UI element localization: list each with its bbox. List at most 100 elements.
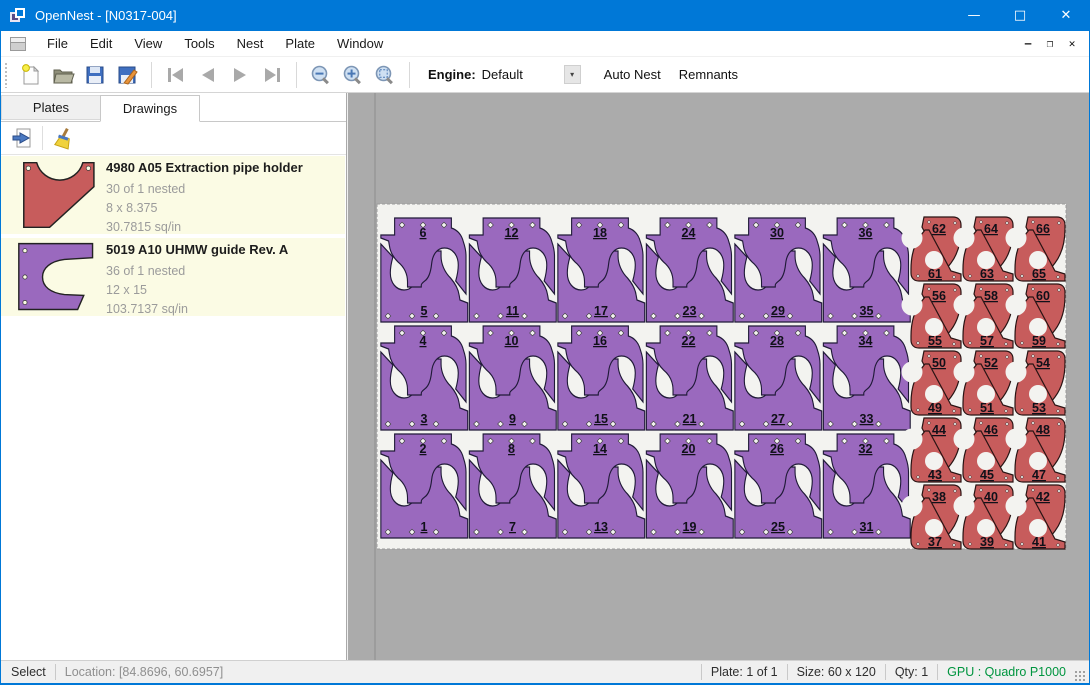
part-number: 1 [421,520,428,534]
resize-grip[interactable] [1074,670,1086,682]
part-number: 2 [420,442,427,456]
zoom-fit-button[interactable] [369,60,401,90]
part-number: 64 [984,222,998,236]
auto-nest-button[interactable]: Auto Nest [595,62,670,87]
part-number: 59 [1032,334,1046,348]
go-previous-button[interactable] [192,60,224,90]
menu-item-plate[interactable]: Plate [274,32,326,55]
status-mode: Select [11,665,46,679]
part-number: 21 [683,412,697,426]
nest-canvas[interactable]: 6543211211109871817161514132423222120193… [348,93,1089,660]
app-icon [10,8,26,24]
menu-item-view[interactable]: View [123,32,173,55]
part-number: 41 [1032,535,1046,549]
part-number: 45 [980,468,994,482]
menu-item-nest[interactable]: Nest [226,32,275,55]
part-number: 24 [682,226,696,240]
part-number: 19 [683,520,697,534]
mdi-restore-button[interactable]: ❐ [1039,37,1061,50]
part-number: 26 [770,442,784,456]
menu-item-window[interactable]: Window [326,32,394,55]
part-number: 40 [984,490,998,504]
part-number: 46 [984,423,998,437]
save-as-icon [115,63,139,87]
go-first-button[interactable] [160,60,192,90]
left-panel: Plates Drawings 4980 [1,93,347,660]
part-number: 53 [1032,401,1046,415]
part-number: 42 [1036,490,1050,504]
tab-plates[interactable]: Plates [1,95,101,120]
part-number: 20 [682,442,696,456]
part-number: 27 [771,412,785,426]
open-file-button[interactable] [47,60,79,90]
close-button[interactable]: ✕ [1043,0,1089,31]
part-number: 50 [932,356,946,370]
go-last-button[interactable] [256,60,288,90]
remnants-button[interactable]: Remnants [670,62,747,87]
mdi-close-button[interactable]: ✕ [1061,37,1083,50]
part-number: 28 [770,334,784,348]
app-window: OpenNest - [N0317-004] — □ ✕ FileEditVie… [0,0,1090,685]
part-number: 32 [859,442,873,456]
part-number: 39 [980,535,994,549]
part-number: 4 [420,334,427,348]
clear-button[interactable] [48,124,78,152]
part-number: 18 [593,226,607,240]
mdi-minimize-button[interactable]: – [1017,37,1039,50]
part-number: 48 [1036,423,1050,437]
drawing-area: 30.7815 sq/in [106,218,303,237]
menu-bar: FileEditViewToolsNestPlateWindow – ❐ ✕ [1,31,1089,57]
zoom-out-button[interactable] [305,60,337,90]
drawing-item[interactable]: 4980 A05 Extraction pipe holder 30 of 1 … [1,156,345,234]
minimize-button[interactable]: — [951,0,997,31]
status-size: Size: 60 x 120 [797,665,876,679]
part-number: 17 [594,304,608,318]
main-toolbar: Engine: Default ▾ Auto Nest Remnants [1,57,1089,93]
part-number: 11 [506,304,519,318]
panel-tab-strip: Plates Drawings [1,95,199,121]
go-previous-icon [196,63,220,87]
part-number: 29 [771,304,785,318]
part-number: 10 [505,334,519,348]
part-number: 55 [928,334,942,348]
save-button[interactable] [79,60,111,90]
part-number: 6 [420,226,427,240]
part-number: 33 [860,412,874,426]
save-as-button[interactable] [111,60,143,90]
new-file-icon [19,63,43,87]
send-to-nest-button[interactable] [7,124,37,152]
part-number: 54 [1036,356,1050,370]
status-gpu: GPU : Quadro P1000 [947,665,1066,679]
part-number: 5 [421,304,428,318]
drawing-item[interactable]: 5019 A10 UHMW guide Rev. A 36 of 1 neste… [1,238,345,316]
menu-item-tools[interactable]: Tools [173,32,225,55]
maximize-button[interactable]: □ [997,0,1043,31]
part-number: 66 [1036,222,1050,236]
part-number: 43 [928,468,942,482]
part-number: 7 [509,520,516,534]
part-number: 65 [1032,267,1046,281]
part-number: 62 [932,222,946,236]
part-number: 35 [860,304,874,318]
go-first-icon [164,63,188,87]
part-number: 51 [980,401,994,415]
engine-dropdown-arrow[interactable]: ▾ [564,65,581,84]
menu-item-edit[interactable]: Edit [79,32,123,55]
status-plate: Plate: 1 of 1 [711,665,778,679]
go-next-icon [228,63,252,87]
zoom-in-button[interactable] [337,60,369,90]
drawings-list: 4980 A05 Extraction pipe holder 30 of 1 … [1,156,345,660]
engine-select-value[interactable]: Default [482,67,564,82]
part-number: 60 [1036,289,1050,303]
drawing-title: 5019 A10 UHMW guide Rev. A [106,242,288,257]
toolbar-grip[interactable] [4,62,9,88]
new-file-button[interactable] [15,60,47,90]
go-next-button[interactable] [224,60,256,90]
menu-item-file[interactable]: File [36,32,79,55]
title-bar: OpenNest - [N0317-004] — □ ✕ [1,0,1089,31]
part-number: 37 [928,535,942,549]
part-number: 14 [593,442,607,456]
tab-drawings[interactable]: Drawings [100,95,200,122]
zoom-in-icon [341,63,365,87]
mdi-document-icon[interactable] [10,37,26,51]
